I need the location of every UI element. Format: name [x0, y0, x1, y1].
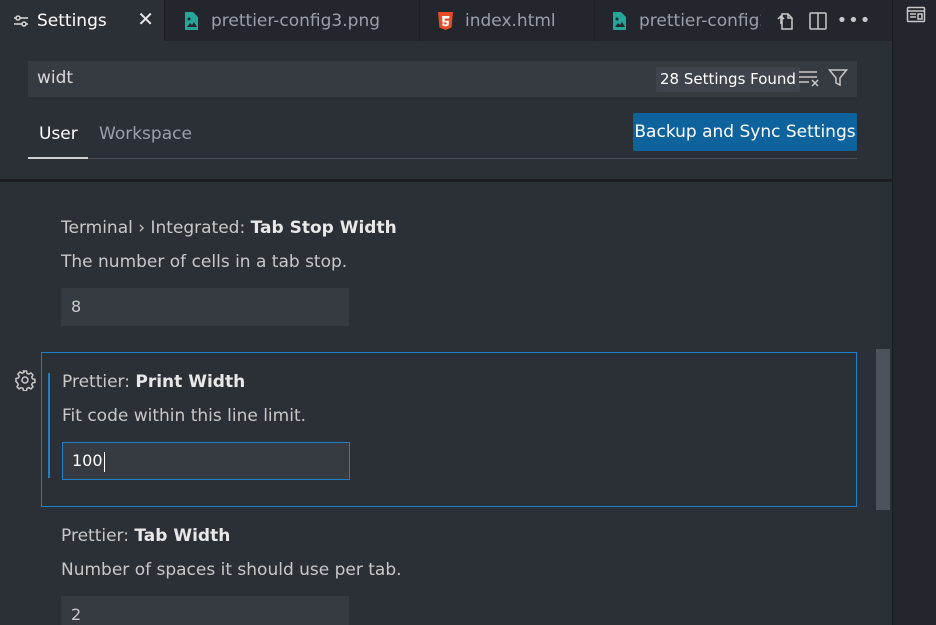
close-icon[interactable]: ✕ — [137, 7, 154, 31]
tab-label: Settings — [37, 10, 107, 31]
settings-search-input[interactable]: widt 28 Settings Found — [28, 61, 857, 97]
setting-description: Number of spaces it should use per tab. — [61, 560, 402, 580]
tab-stop-width-input[interactable]: 8 — [61, 288, 349, 326]
tab-label: prettier-config3.png — [211, 10, 381, 31]
setting-item-focused: Prettier: Print Width Fit code within th… — [41, 352, 857, 507]
setting-item: Terminal › Integrated: Tab Stop Width Th… — [41, 199, 857, 339]
backup-sync-button[interactable]: Backup and Sync Settings — [633, 113, 857, 151]
tab-label: index.html — [465, 10, 556, 31]
text-caret — [103, 451, 105, 472]
tab-settings[interactable]: Settings ✕ — [0, 0, 165, 41]
tab-label: prettier-config2 — [639, 10, 761, 31]
setting-category: Prettier: — [61, 526, 135, 546]
secondary-sidebar-gutter — [892, 0, 936, 625]
split-editor-icon[interactable] — [800, 11, 836, 30]
tab-workspace[interactable]: Workspace — [99, 124, 192, 144]
editor-actions: ••• — [770, 0, 872, 41]
scope-divider — [28, 158, 857, 159]
settings-sliders-icon — [13, 14, 29, 28]
header-divider — [0, 179, 892, 182]
print-width-input[interactable]: 100 — [62, 442, 350, 480]
setting-item: Prettier: Tab Width Number of spaces it … — [41, 507, 857, 625]
setting-category: Prettier: — [62, 372, 136, 392]
editor-tab-bar: Settings ✕ prettier-config3.png index.ht… — [0, 0, 892, 41]
setting-title: Terminal › Integrated: Tab Stop Width — [61, 218, 397, 238]
clear-search-icon[interactable] — [798, 69, 820, 91]
input-value: 100 — [72, 451, 103, 470]
open-file-icon[interactable] — [770, 11, 800, 31]
setting-name: Print Width — [135, 372, 246, 392]
image-file-icon — [611, 11, 627, 31]
html5-icon — [437, 11, 454, 31]
tab-prettier-config2[interactable]: prettier-config2 — [596, 0, 764, 41]
setting-category: Terminal › Integrated: — [61, 218, 251, 238]
tab-index-html[interactable]: index.html — [421, 0, 595, 41]
setting-description: Fit code within this line limit. — [62, 406, 307, 426]
gear-icon[interactable] — [14, 369, 36, 395]
tab-prettier-config3[interactable]: prettier-config3.png — [166, 0, 420, 41]
tab-user[interactable]: User — [39, 124, 78, 144]
search-value: widt — [37, 68, 74, 88]
image-file-icon — [183, 11, 199, 31]
active-tab-indicator — [28, 157, 88, 159]
layout-panel-icon[interactable] — [906, 5, 926, 29]
scrollbar-thumb[interactable] — [876, 349, 890, 510]
setting-title: Prettier: Print Width — [62, 372, 245, 392]
focus-indicator — [48, 373, 50, 478]
setting-name: Tab Stop Width — [250, 218, 397, 238]
results-count-badge: 28 Settings Found — [656, 67, 800, 92]
more-actions-icon[interactable]: ••• — [836, 10, 872, 31]
setting-title: Prettier: Tab Width — [61, 526, 230, 546]
tab-width-input[interactable]: 2 — [61, 596, 349, 625]
setting-name: Tab Width — [134, 526, 231, 546]
filter-icon[interactable] — [827, 68, 849, 92]
setting-description: The number of cells in a tab stop. — [61, 252, 348, 272]
